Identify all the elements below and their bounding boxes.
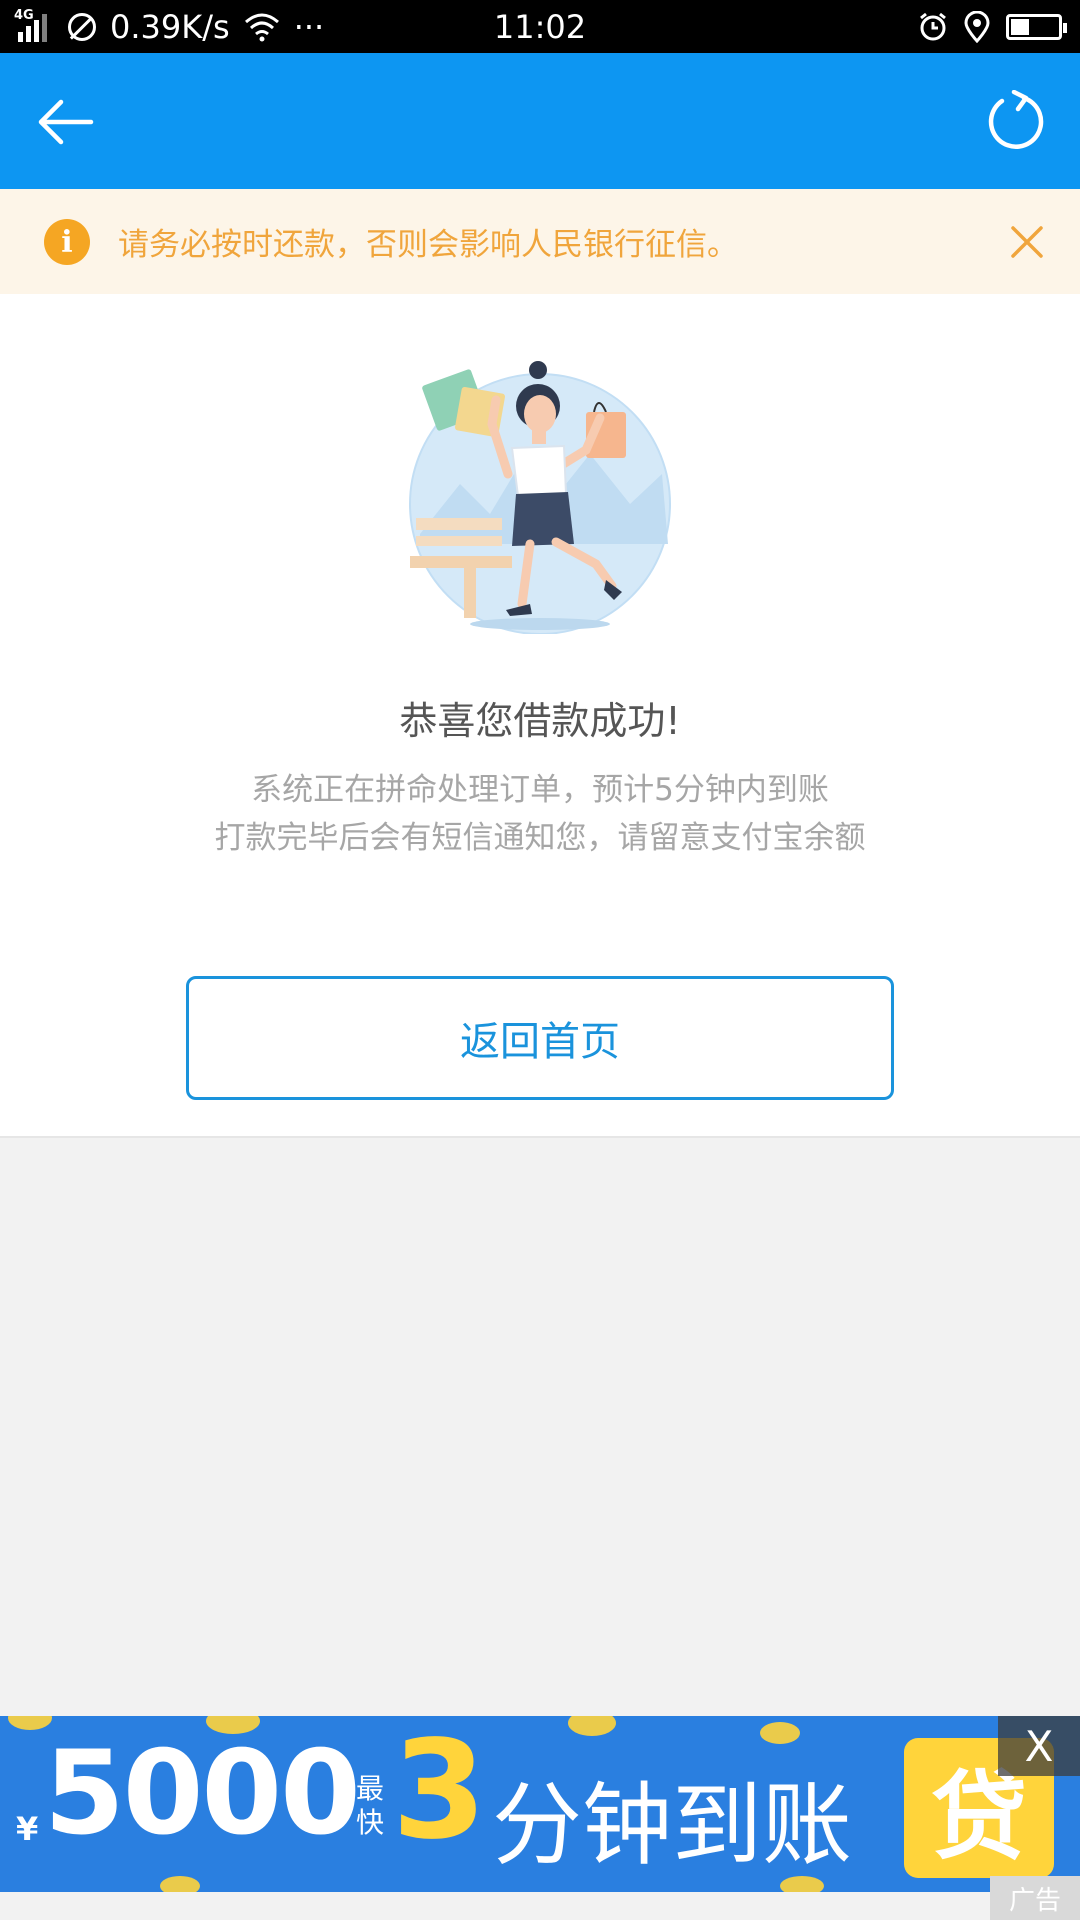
info-icon: i xyxy=(44,219,90,265)
battery-icon xyxy=(1006,13,1067,40)
status-bar: 4G 0.39K/s ··· 11:02 xyxy=(0,0,1080,53)
ad-minutes-number: 3 xyxy=(392,1716,487,1870)
processing-message: 系统正在拼命处理订单，预计5分钟内到账 xyxy=(251,772,829,808)
alarm-icon xyxy=(920,12,946,40)
repayment-notice: i 请务必按时还款，否则会影响人民银行征信。 xyxy=(0,189,1080,294)
shopping-woman-illustration xyxy=(400,354,680,635)
back-button[interactable] xyxy=(30,87,100,157)
ad-amount: 5000 xyxy=(44,1726,361,1861)
status-right xyxy=(918,0,1067,53)
arrow-left-icon xyxy=(38,99,94,145)
ad-slogan: 分钟到账 xyxy=(492,1773,852,1878)
ad-label: 广告 xyxy=(990,1876,1080,1920)
ad-fastest-label: 最快 xyxy=(355,1772,384,1839)
ad-content: ¥ 5000 最快 3 分钟到账 贷 xyxy=(0,1716,1080,1892)
ad-currency: ¥ xyxy=(16,1810,39,1848)
bottom-strip xyxy=(0,1892,1080,1920)
app-bar xyxy=(0,53,1080,189)
location-icon xyxy=(964,10,990,43)
notice-text: 请务必按时还款，否则会影响人民银行征信。 xyxy=(118,227,738,263)
close-icon xyxy=(1011,226,1043,258)
sms-notification-message: 打款完毕后会有短信通知您，请留意支付宝余额 xyxy=(214,820,866,856)
return-home-button[interactable]: 返回首页 xyxy=(186,976,894,1100)
loan-success-panel: 恭喜您借款成功! 系统正在拼命处理订单，预计5分钟内到账 打款完毕后会有短信通知… xyxy=(0,294,1080,1138)
refresh-button[interactable] xyxy=(978,83,1054,159)
refresh-icon xyxy=(988,90,1044,149)
ad-close-button[interactable]: X xyxy=(998,1716,1080,1776)
success-title: 恭喜您借款成功! xyxy=(399,699,681,743)
ad-banner[interactable]: ¥ 5000 最快 3 分钟到账 贷 X xyxy=(0,1716,1080,1892)
notice-close-button[interactable] xyxy=(1000,215,1054,269)
